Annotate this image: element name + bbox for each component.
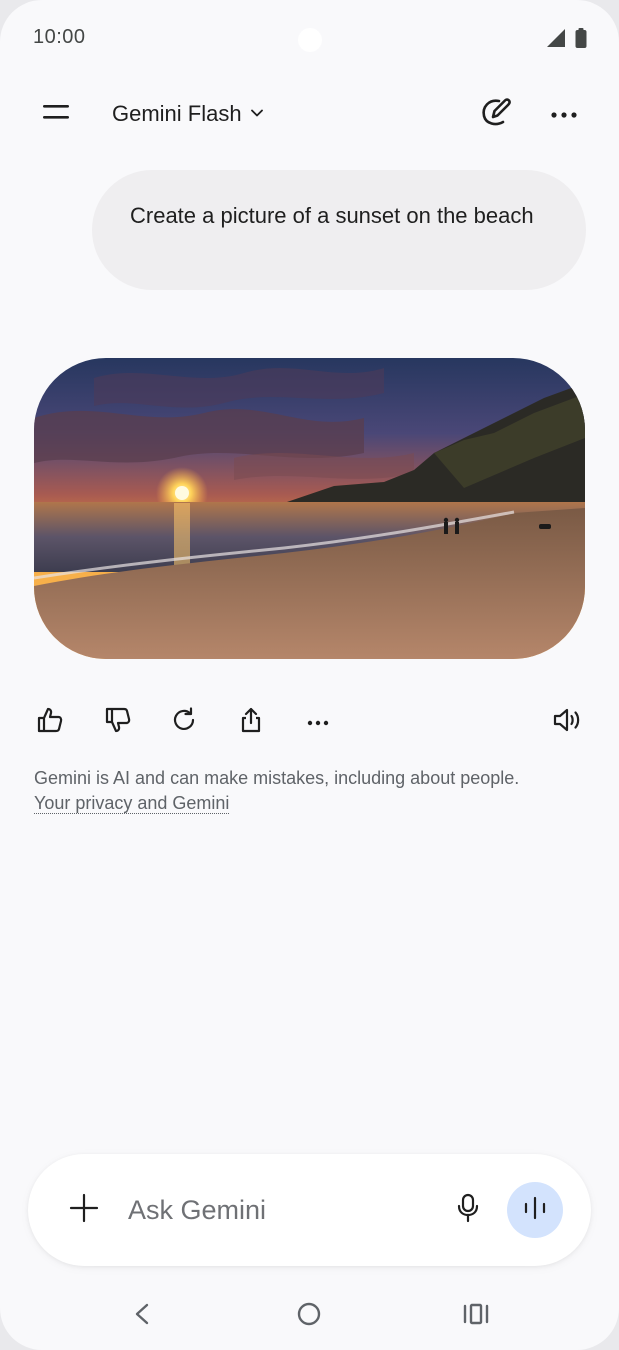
ask-gemini-input[interactable] bbox=[128, 1188, 428, 1232]
recents-icon bbox=[463, 1302, 489, 1331]
user-message-bubble: Create a picture of a sunset on the beac… bbox=[92, 170, 586, 290]
more-actions-button[interactable] bbox=[296, 700, 340, 744]
more-options-button[interactable] bbox=[542, 92, 586, 136]
live-audio-icon bbox=[523, 1196, 547, 1225]
disclaimer-text: Gemini is AI and can make mistakes, incl… bbox=[34, 768, 520, 788]
home-icon bbox=[296, 1301, 322, 1332]
menu-icon bbox=[43, 103, 69, 126]
battery-icon bbox=[575, 28, 587, 53]
back-button[interactable] bbox=[120, 1294, 164, 1338]
recents-button[interactable] bbox=[454, 1294, 498, 1338]
new-chat-edit-icon bbox=[479, 95, 513, 134]
back-icon bbox=[132, 1302, 152, 1331]
system-navigation-bar bbox=[0, 1290, 619, 1342]
top-app-bar: Gemini Flash bbox=[0, 84, 619, 144]
prompt-input-bar bbox=[28, 1154, 591, 1266]
speaker-icon bbox=[552, 706, 584, 739]
refresh-icon bbox=[170, 706, 198, 739]
add-attachment-button[interactable] bbox=[62, 1188, 106, 1232]
more-horizontal-icon bbox=[307, 713, 329, 731]
home-button[interactable] bbox=[287, 1294, 331, 1338]
status-time: 10:00 bbox=[33, 26, 86, 48]
read-aloud-button[interactable] bbox=[546, 700, 590, 744]
model-name: Gemini Flash bbox=[112, 101, 242, 126]
menu-button[interactable] bbox=[30, 92, 82, 136]
generated-image[interactable] bbox=[34, 358, 585, 659]
more-horizontal-icon bbox=[551, 105, 577, 123]
thumbs-down-button[interactable] bbox=[96, 700, 140, 744]
new-chat-button[interactable] bbox=[474, 92, 518, 136]
chevron-down-icon bbox=[250, 105, 264, 123]
phone-screen: 10:00 Gemini Flash Create a picture of a… bbox=[0, 0, 619, 1350]
regenerate-button[interactable] bbox=[162, 700, 206, 744]
response-actions bbox=[0, 700, 619, 744]
status-bar: 10:00 bbox=[0, 0, 619, 76]
plus-icon bbox=[69, 1193, 99, 1228]
share-button[interactable] bbox=[229, 700, 273, 744]
microphone-button[interactable] bbox=[446, 1188, 490, 1232]
model-selector[interactable]: Gemini Flash bbox=[112, 98, 264, 130]
share-icon bbox=[237, 706, 265, 739]
mic-icon bbox=[456, 1193, 480, 1228]
front-camera bbox=[298, 28, 322, 52]
thumbs-down-icon bbox=[104, 706, 132, 739]
thumbs-up-button[interactable] bbox=[28, 700, 72, 744]
gemini-live-button[interactable] bbox=[507, 1182, 563, 1238]
ai-disclaimer: Gemini is AI and can make mistakes, incl… bbox=[34, 766, 594, 816]
thumbs-up-icon bbox=[36, 706, 64, 739]
signal-icon bbox=[546, 28, 566, 53]
user-message-text: Create a picture of a sunset on the beac… bbox=[130, 203, 534, 228]
privacy-link[interactable]: Your privacy and Gemini bbox=[34, 793, 230, 814]
